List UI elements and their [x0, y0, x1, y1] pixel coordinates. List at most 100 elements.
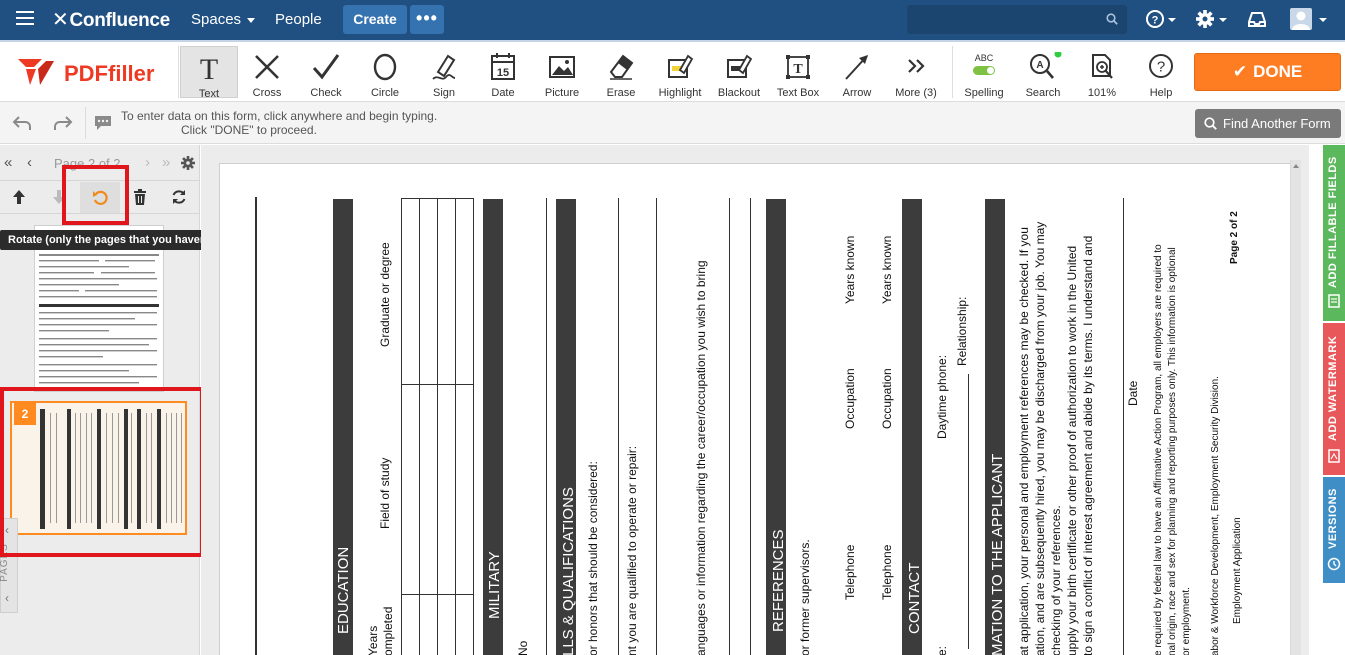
done-button[interactable]: ✔ DONE	[1194, 53, 1341, 91]
section-references: REFERENCES	[770, 529, 787, 632]
field-line	[750, 198, 751, 655]
people-link[interactable]: People	[275, 11, 322, 28]
create-button[interactable]: Create	[343, 5, 407, 34]
table-line	[437, 198, 438, 655]
label-date: Date	[1126, 380, 1140, 406]
label-former-supervisors: or former supervisors.	[798, 539, 812, 655]
field-line	[656, 198, 657, 655]
chevron-down-icon	[247, 17, 256, 23]
section-contact: CONTACT	[906, 562, 923, 634]
notifications-button[interactable]	[1246, 8, 1268, 30]
chevrons-right-icon	[908, 59, 925, 73]
info-bar: To enter data on this form, click anywhe…	[0, 102, 1345, 144]
info-divider	[85, 107, 86, 139]
document-canvas[interactable]: EDUCATION Years ompleted Field of study …	[201, 145, 1309, 655]
prev-page-icon[interactable]: ‹	[27, 154, 32, 171]
applicant-text-2: ation, and are subsequently hired, you m…	[1033, 221, 1047, 655]
table-line	[401, 594, 473, 595]
toolbar-divider	[178, 46, 179, 98]
tool-zoom[interactable]: 101%	[1073, 46, 1131, 99]
vertical-scrollbar[interactable]	[1290, 160, 1301, 655]
more-create-button[interactable]: •••	[410, 5, 444, 34]
last-page-icon[interactable]: »	[162, 154, 170, 171]
first-page-icon[interactable]: «	[4, 154, 12, 171]
field-line	[729, 198, 730, 655]
toolbar-divider	[952, 46, 953, 98]
tool-date[interactable]: 15 Date	[474, 46, 532, 99]
field-line	[618, 198, 619, 655]
confluence-logo[interactable]: ✕Confluence	[52, 7, 170, 32]
page-number: Page 2 of 2	[1229, 211, 1240, 264]
help-icon: ?	[1146, 10, 1176, 28]
page-thumbnail-1[interactable]	[34, 225, 164, 392]
tool-text[interactable]: T Text	[180, 46, 238, 100]
tool-erase[interactable]: Erase	[592, 46, 650, 99]
label-years-known-2: Years known	[880, 235, 894, 304]
tool-arrow[interactable]: Arrow	[828, 46, 886, 99]
footer-text-5: Employment Application	[1232, 517, 1243, 624]
applicant-text-1: at application, your personal and employ…	[1017, 227, 1031, 655]
label-daytime-phone: Daytime phone:	[935, 354, 949, 439]
table-line	[401, 198, 402, 655]
tool-textbox[interactable]: T Text Box	[769, 46, 827, 99]
refresh-icon[interactable]	[171, 189, 187, 205]
search-icon	[1106, 13, 1118, 25]
tool-check[interactable]: Check	[297, 46, 355, 99]
cross-icon	[255, 55, 279, 79]
tool-spelling[interactable]: ABC Spelling	[955, 46, 1013, 99]
tool-sign[interactable]: Sign	[415, 46, 473, 99]
label-occupation-2: Occupation	[880, 368, 894, 429]
pen-icon	[432, 54, 456, 80]
page-thumbnail-1-preview	[39, 254, 159, 384]
tool-picture[interactable]: Picture	[533, 46, 591, 99]
find-another-form-button[interactable]: Find Another Form	[1195, 109, 1341, 138]
thumbnail-highlight	[0, 387, 204, 557]
svg-text:A: A	[1036, 60, 1043, 71]
gear-icon	[1196, 10, 1227, 28]
tool-help[interactable]: ? Help	[1132, 46, 1190, 99]
confluence-x-icon: ✕	[52, 9, 69, 31]
settings-menu[interactable]	[1195, 8, 1231, 30]
document-page[interactable]: EDUCATION Years ompleted Field of study …	[219, 163, 1291, 655]
help-menu[interactable]: ?	[1145, 8, 1177, 30]
move-up-icon[interactable]	[12, 189, 26, 205]
confluence-header: ✕Confluence Spaces People Create ••• ?	[0, 0, 1345, 40]
tool-search[interactable]: A Search	[1014, 46, 1072, 99]
label-years: Years	[366, 625, 380, 655]
tool-cross[interactable]: Cross	[238, 46, 296, 99]
table-line	[401, 198, 473, 199]
undo-icon[interactable]	[12, 114, 32, 132]
tab-add-fillable-fields[interactable]: ADD FILLABLE FIELDS	[1323, 145, 1345, 321]
redo-icon[interactable]	[53, 114, 73, 132]
search-icon: A	[1030, 52, 1062, 79]
tool-circle[interactable]: Circle	[356, 46, 414, 99]
tab-versions[interactable]: VERSIONS	[1323, 477, 1345, 583]
tool-highlight[interactable]: Highlight	[651, 46, 709, 99]
user-menu[interactable]	[1290, 8, 1330, 30]
tool-more[interactable]: More (3)	[887, 46, 945, 99]
text-icon: T	[200, 53, 218, 83]
trash-icon[interactable]	[133, 189, 147, 205]
label-years-known-1: Years known	[843, 235, 857, 304]
tab-add-watermark[interactable]: ADD WATERMARK	[1323, 323, 1345, 475]
calendar-icon: 15	[491, 53, 515, 80]
blackout-icon	[727, 54, 753, 78]
svg-text:T: T	[200, 53, 218, 83]
history-icon	[1327, 557, 1341, 571]
tool-blackout[interactable]: Blackout	[710, 46, 768, 99]
footer-text-1: e required by federal law to have an Aff…	[1153, 244, 1164, 655]
next-page-icon[interactable]: ›	[145, 154, 150, 171]
scroll-up-icon[interactable]	[1293, 164, 1299, 168]
label-field-of-study: Field of study	[378, 457, 392, 529]
page-border	[255, 197, 257, 655]
pdffiller-toolbar: PDFfiller T Text Cross Check Circle Sign…	[0, 40, 1345, 102]
menu-icon[interactable]	[16, 11, 34, 27]
spaces-menu[interactable]: Spaces	[191, 11, 256, 28]
gear-icon[interactable]	[180, 155, 196, 171]
eraser-icon	[609, 54, 634, 80]
label-occupation-1: Occupation	[843, 368, 857, 429]
footer-text-4: abor & Workforce Development, Employment…	[1210, 376, 1221, 655]
search-icon	[1204, 117, 1217, 130]
section-education: EDUCATION	[335, 546, 352, 634]
search-input[interactable]	[907, 5, 1127, 34]
